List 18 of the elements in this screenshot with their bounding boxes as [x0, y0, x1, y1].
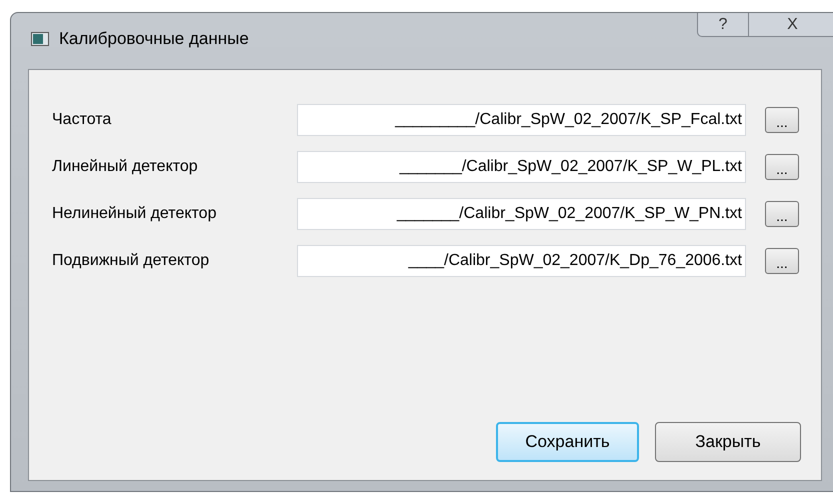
browse-button[interactable]: ... [765, 248, 799, 274]
browse-button[interactable]: ... [765, 107, 799, 133]
app-icon [31, 32, 49, 46]
browse-button[interactable]: ... [765, 201, 799, 227]
dialog-button[interactable]: Сохранить [496, 422, 639, 462]
field-label: Линейный детектор [52, 157, 199, 177]
help-button[interactable]: ? [697, 13, 749, 37]
close-button[interactable]: X [749, 13, 833, 37]
path-field[interactable]: _______/Calibr_SpW_02_2007/K_SP_W_PL.txt [297, 151, 746, 183]
dialog-button[interactable]: Закрыть [655, 422, 801, 462]
browse-button[interactable]: ... [765, 154, 799, 180]
path-field[interactable]: _________/Calibr_SpW_02_2007/K_SP_Fcal.txt [297, 104, 746, 136]
field-label: Подвижный детектор [52, 251, 210, 271]
path-field[interactable]: _______/Calibr_SpW_02_2007/K_SP_W_PN.txt [297, 198, 746, 230]
window-title: Калибровочные данные [59, 28, 249, 50]
path-field[interactable]: ____/Calibr_SpW_02_2007/K_Dp_76_2006.txt [297, 245, 746, 277]
field-label: Частота [52, 110, 112, 130]
field-label: Нелинейный детектор [52, 204, 218, 224]
